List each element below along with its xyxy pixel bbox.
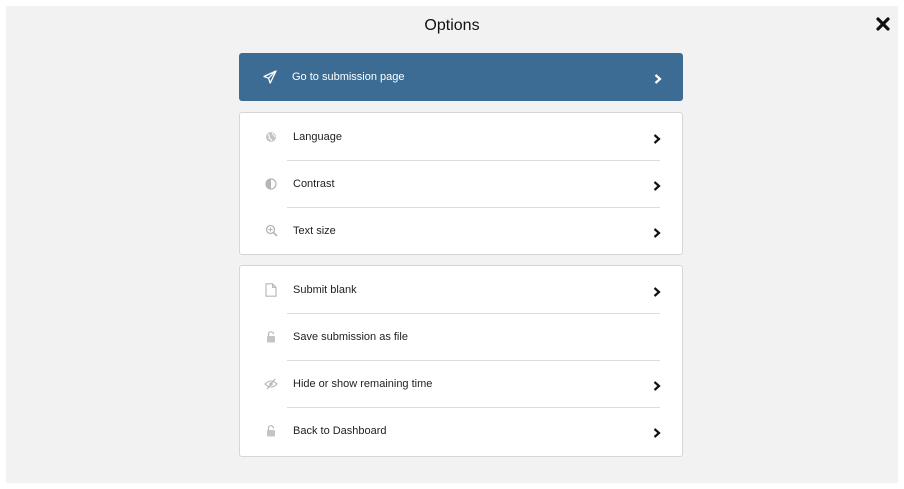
chevron-right-icon [653,284,661,297]
close-icon[interactable] [874,15,892,33]
menu-item-back-to-dashboard[interactable]: Back to Dashboard [240,407,682,454]
settings-group: Language Contrast Text size [239,112,683,255]
chevron-right-icon [653,425,661,438]
chevron-right-icon [653,378,661,391]
zoom-icon [264,224,278,238]
menu-item-hide-show-time[interactable]: Hide or show remaining time [240,360,682,407]
menu-item-label: Back to Dashboard [293,424,387,437]
lock-icon [264,424,278,438]
menu-item-label: Save submission as file [293,330,408,343]
chevron-right-icon [654,72,662,84]
menu-item-language[interactable]: Language [240,113,682,160]
menu-item-label: Text size [293,224,336,237]
globe-icon [264,130,278,144]
menu-item-save-as-file[interactable]: Save submission as file [240,313,682,360]
chevron-right-icon [653,131,661,144]
menu-item-label: Submit blank [293,283,357,296]
contrast-icon [264,177,278,191]
menu-item-label: Hide or show remaining time [293,377,433,390]
menu-item-label: Contrast [293,177,335,190]
menu-item-submit-blank[interactable]: Submit blank [240,266,682,313]
submission-group: Submit blank Save submission as file Hid… [239,265,683,457]
menu-item-contrast[interactable]: Contrast [240,160,682,207]
menu-item-text-size[interactable]: Text size [240,207,682,254]
dialog-title: Options [424,17,480,34]
options-dialog: Options Go to submission page Language C… [6,6,898,483]
chevron-right-icon [653,178,661,191]
menu-item-label: Language [293,130,342,143]
lock-icon [264,330,278,344]
eye-slash-icon [264,377,278,391]
chevron-right-icon [653,225,661,238]
file-icon [264,282,278,297]
go-to-submission-label: Go to submission page [292,71,405,83]
go-to-submission-button[interactable]: Go to submission page [239,53,683,101]
paper-plane-icon [263,70,277,84]
